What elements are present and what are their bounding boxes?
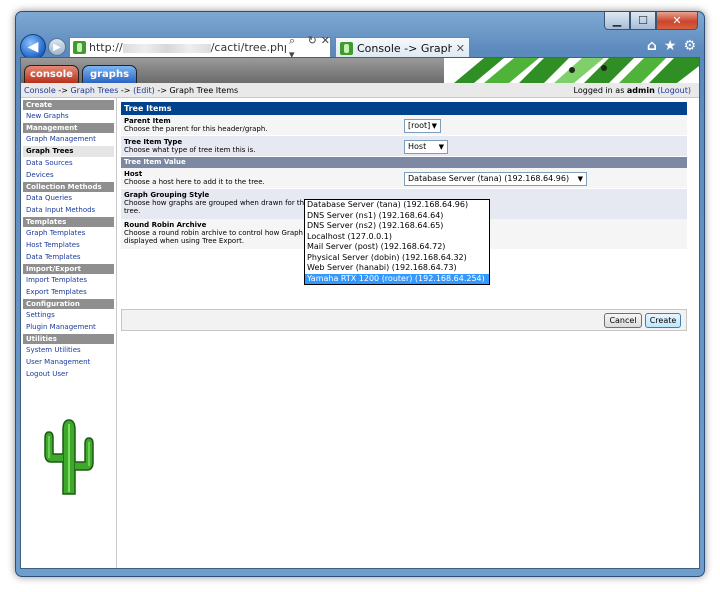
- cancel-button[interactable]: Cancel: [604, 313, 642, 328]
- forward-button[interactable]: ▶: [48, 38, 66, 56]
- rra-label: Round Robin Archive: [124, 221, 207, 229]
- address-bar[interactable]: http:///cacti/tree.php?actior ⌕ ▾ ↻ ✕: [69, 34, 331, 61]
- parent-item-label: Parent Item: [124, 117, 171, 125]
- sidebar-item-graph-templates[interactable]: Graph Templates: [23, 228, 114, 239]
- chevron-down-icon: ▼: [431, 122, 437, 130]
- sidebar-item-data-queries[interactable]: Data Queries: [23, 193, 114, 204]
- breadcrumb: Console -> Graph Trees -> (Edit) -> Grap…: [21, 83, 699, 98]
- host-option[interactable]: Physical Server (dobin) (192.168.64.32): [305, 253, 489, 264]
- maximize-button[interactable]: ☐: [630, 12, 656, 30]
- host-label: Host: [124, 170, 143, 178]
- host-select[interactable]: Database Server (tana) (192.168.64.96) ▼: [404, 172, 587, 186]
- cacti-favicon-icon: [73, 41, 86, 54]
- create-button[interactable]: Create: [645, 313, 681, 328]
- sidebar-item-devices[interactable]: Devices: [23, 170, 114, 181]
- sidebar-section-header: Configuration: [23, 299, 114, 309]
- page-viewport: console graphs Console -> Graph Trees ->…: [20, 57, 700, 569]
- close-window-button[interactable]: ✕: [656, 12, 698, 30]
- cacti-favicon-icon: [340, 41, 353, 55]
- host-row: Host Choose a host here to add it to the…: [121, 168, 687, 189]
- breadcrumb-console-link[interactable]: Console: [24, 86, 56, 95]
- tree-item-type-label: Tree Item Type: [124, 138, 183, 146]
- tab-console[interactable]: console: [24, 65, 79, 83]
- sidebar-item-data-templates[interactable]: Data Templates: [23, 252, 114, 263]
- host-option[interactable]: DNS Server (ns1) (192.168.64.64): [305, 211, 489, 222]
- sidebar-item-data-input-methods[interactable]: Data Input Methods: [23, 205, 114, 216]
- graph-grouping-label: Graph Grouping Style: [124, 191, 210, 199]
- host-option[interactable]: DNS Server (ns2) (192.168.64.65): [305, 221, 489, 232]
- breadcrumb-graph-trees-link[interactable]: Graph Trees: [70, 86, 118, 95]
- browser-tools: ⌂ ★ ⚙: [647, 38, 696, 54]
- sidebar-item-import-templates[interactable]: Import Templates: [23, 275, 114, 286]
- sidebar-item-graph-trees[interactable]: Graph Trees: [23, 146, 114, 157]
- sidebar-item-graph-management[interactable]: Graph Management: [23, 134, 114, 145]
- tab-graphs[interactable]: graphs: [82, 65, 137, 83]
- chevron-down-icon: ▼: [577, 175, 583, 183]
- host-option[interactable]: Mail Server (post) (192.168.64.72): [305, 242, 489, 253]
- tree-item-type-row: Tree Item Type Choose what type of tree …: [121, 136, 687, 157]
- browser-window: ▁ ☐ ✕ ◀ ▶ http:///cacti/tree.php?actior …: [15, 11, 705, 577]
- sidebar: Create New Graphs Management Graph Manageme…: [21, 98, 117, 568]
- sidebar-menu: Create New Graphs Management Graph Manageme…: [23, 100, 114, 380]
- host-option[interactable]: Web Server (hanabi) (192.168.64.73): [305, 263, 489, 274]
- tree-item-type-desc: Choose what type of tree item this is.: [124, 146, 256, 154]
- sidebar-item-new-graphs[interactable]: New Graphs: [23, 111, 114, 122]
- host-desc: Choose a host here to add it to the tree…: [124, 178, 265, 186]
- panel-title: Tree Items: [121, 102, 687, 115]
- url-text[interactable]: http:///cacti/tree.php?actior: [89, 41, 286, 54]
- host-option[interactable]: Yamaha RTX 1200 (router) (192.168.64.254…: [305, 273, 489, 284]
- cacti-header-art: [444, 58, 699, 83]
- sidebar-item-system-utilities[interactable]: System Utilities: [23, 345, 114, 356]
- cacti-header: console graphs: [21, 58, 699, 83]
- sidebar-item-settings[interactable]: Settings: [23, 310, 114, 321]
- parent-item-select[interactable]: [root] ▼: [404, 119, 441, 133]
- home-icon[interactable]: ⌂: [647, 38, 657, 54]
- parent-item-row: Parent Item Choose the parent for this h…: [121, 115, 687, 136]
- sidebar-item-user-management[interactable]: User Management: [23, 357, 114, 368]
- host-dropdown-list: Database Server (tana) (192.168.64.96) DN…: [304, 199, 490, 285]
- sidebar-item-plugin-management[interactable]: Plugin Management: [23, 322, 114, 333]
- login-username: admin: [626, 86, 655, 95]
- sidebar-item-data-sources[interactable]: Data Sources: [23, 158, 114, 169]
- breadcrumb-current: Graph Tree Items: [169, 86, 239, 95]
- login-info: Logged in as admin (Logout): [573, 86, 691, 95]
- logout-link[interactable]: (Logout): [657, 86, 691, 95]
- redacted-host: [122, 43, 211, 53]
- sidebar-section-header: Templates: [23, 217, 114, 227]
- cactus-banner-art: [444, 58, 699, 83]
- sidebar-item-host-templates[interactable]: Host Templates: [23, 240, 114, 251]
- window-controls: ▁ ☐ ✕: [604, 12, 698, 30]
- sidebar-section-header: Import/Export: [23, 264, 114, 274]
- tree-item-value-header: Tree Item Value: [121, 157, 687, 168]
- parent-item-desc: Choose the parent for this header/graph.: [124, 125, 268, 133]
- tab-close-icon[interactable]: ✕: [456, 42, 465, 55]
- sidebar-section-header: Collection Methods: [23, 182, 114, 192]
- sidebar-item-logout-user[interactable]: Logout User: [23, 369, 114, 380]
- browser-tab[interactable]: Console -> Graph Trees ... ✕: [335, 37, 470, 58]
- chevron-down-icon: ▼: [438, 143, 444, 151]
- sidebar-section-header: Create: [23, 100, 114, 110]
- sidebar-item-export-templates[interactable]: Export Templates: [23, 287, 114, 298]
- form-button-row: Cancel Create: [121, 309, 687, 331]
- minimize-button[interactable]: ▁: [604, 12, 630, 30]
- settings-gear-icon[interactable]: ⚙: [683, 38, 696, 54]
- cacti-logo-icon: [44, 419, 94, 495]
- breadcrumb-edit-link[interactable]: (Edit): [133, 86, 155, 95]
- host-option[interactable]: Database Server (tana) (192.168.64.96): [305, 200, 489, 211]
- sidebar-section-header: Management: [23, 123, 114, 133]
- tab-title: Console -> Graph Trees ...: [357, 41, 452, 55]
- host-option[interactable]: Localhost (127.0.0.1): [305, 232, 489, 243]
- sidebar-section-header: Utilities: [23, 334, 114, 344]
- tree-item-type-select[interactable]: Host ▼: [404, 140, 448, 154]
- favorites-icon[interactable]: ★: [664, 38, 677, 54]
